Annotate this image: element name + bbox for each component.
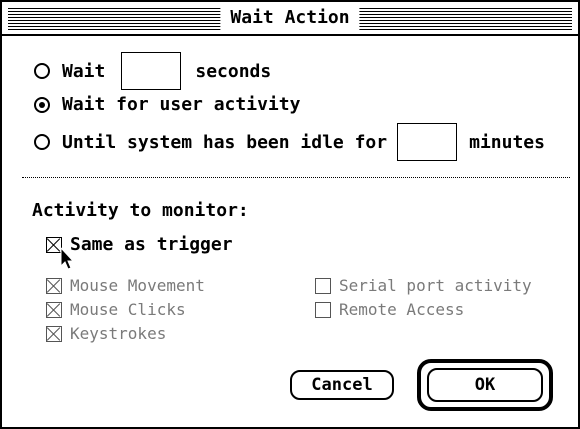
serial-port-checkbox[interactable] (315, 277, 331, 294)
remote-access-label: Remote Access (339, 300, 465, 319)
mouse-movement-checkbox[interactable] (46, 277, 62, 294)
keystrokes-label: Keystrokes (70, 324, 167, 343)
serial-port-option[interactable]: Serial port activity (315, 276, 532, 295)
idle-prefix: Until system has been idle for (62, 131, 388, 153)
wait-seconds-radio[interactable] (34, 63, 50, 79)
idle-minutes-input[interactable] (397, 123, 458, 161)
mouse-clicks-checkbox[interactable] (46, 301, 62, 318)
remote-access-option[interactable]: Remote Access (315, 300, 464, 319)
wait-seconds-input[interactable] (121, 52, 182, 90)
wait-seconds-suffix: seconds (195, 60, 272, 82)
mouse-movement-label: Mouse Movement (70, 276, 205, 295)
wait-seconds-option[interactable]: Wait seconds (34, 52, 271, 90)
keystrokes-checkbox[interactable] (46, 325, 62, 342)
ok-button[interactable]: OK (427, 368, 543, 402)
wait-action-dialog: Wait Action Wait seconds Wait for user a… (0, 0, 580, 429)
window-title: Wait Action (220, 5, 360, 31)
mouse-clicks-option[interactable]: Mouse Clicks (46, 300, 186, 319)
cancel-button[interactable]: Cancel (290, 370, 394, 400)
serial-port-label: Serial port activity (339, 276, 532, 295)
keystrokes-option[interactable]: Keystrokes (46, 324, 166, 343)
same-as-trigger-label: Same as trigger (70, 234, 233, 255)
remote-access-checkbox[interactable] (315, 301, 331, 318)
wait-user-activity-option[interactable]: Wait for user activity (34, 94, 300, 115)
mouse-movement-option[interactable]: Mouse Movement (46, 276, 205, 295)
title-bar[interactable]: Wait Action (2, 2, 578, 36)
activity-heading: Activity to monitor: (32, 200, 249, 221)
mouse-clicks-label: Mouse Clicks (70, 300, 186, 319)
arrow-pointer-icon (60, 247, 75, 270)
wait-user-activity-radio[interactable] (34, 96, 50, 113)
wait-user-activity-label: Wait for user activity (62, 94, 301, 115)
idle-suffix: minutes (469, 131, 545, 153)
section-divider (22, 177, 570, 178)
idle-radio[interactable] (34, 134, 50, 150)
idle-option[interactable]: Until system has been idle for minutes (34, 123, 545, 161)
wait-seconds-prefix: Wait (62, 60, 106, 82)
